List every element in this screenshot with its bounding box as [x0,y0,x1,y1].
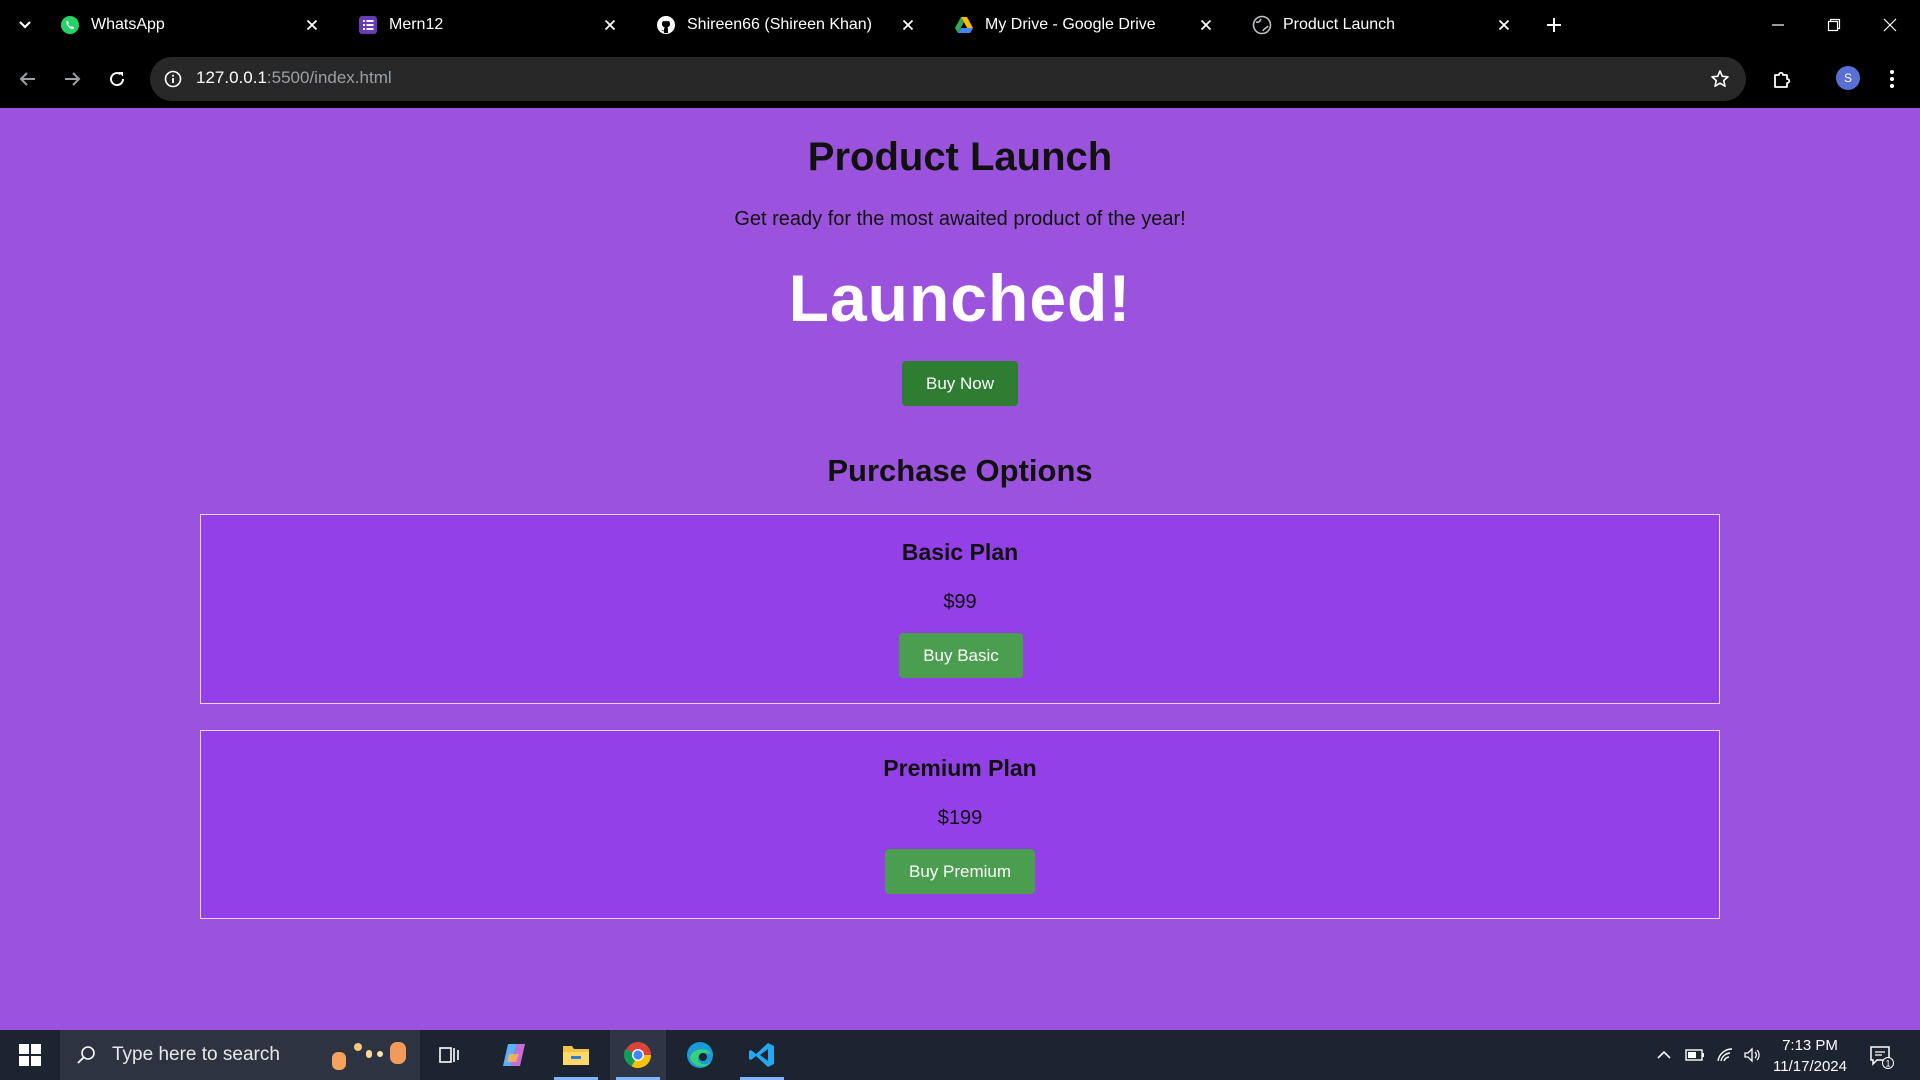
chrome-icon [623,1042,652,1069]
restore-icon [1827,18,1841,32]
speaker-icon [1744,1047,1760,1063]
vscode-icon [749,1043,774,1067]
plan-name: Basic Plan [901,539,1019,565]
close-icon[interactable] [898,15,918,35]
arrow-right-icon [65,72,81,86]
tab-whatsapp[interactable]: WhatsApp [46,6,336,44]
notification-center-button[interactable]: 1 [1866,1041,1896,1071]
chevron-up-icon [1657,1050,1671,1059]
show-hidden-icons-button[interactable] [1652,1030,1676,1080]
page-body: Product Launch Get ready for the most aw… [0,108,1920,1030]
forms-icon [358,15,378,35]
tab-google-drive[interactable]: My Drive - Google Drive [940,6,1230,44]
close-icon[interactable] [1196,15,1216,35]
globe-icon [1252,15,1272,35]
clock-time: 7:13 PM [1782,1037,1838,1054]
vscode-button[interactable] [734,1030,790,1080]
whatsapp-icon [60,15,80,35]
search-highlight-icon [332,1042,406,1070]
file-explorer-icon [563,1046,589,1065]
google-drive-icon [954,15,974,35]
file-explorer-button[interactable] [548,1030,604,1080]
tab-product-launch[interactable]: Product Launch [1238,6,1528,44]
restore-button[interactable] [1814,10,1854,40]
tagline: Get ready for the most awaited product o… [734,208,1186,230]
url-text[interactable]: 127.0.0.1:5500/index.html [196,68,392,88]
purchase-options-heading: Purchase Options [827,453,1093,488]
address-bar[interactable]: 127.0.0.1:5500/index.html [150,57,1746,101]
copilot-button[interactable] [486,1030,542,1080]
buy-basic-button[interactable]: Buy Basic [899,633,1023,678]
puzzle-icon [1774,71,1791,88]
chrome-button[interactable] [610,1030,666,1080]
system-clock[interactable]: 7:13 PM 11/17/2024 [1760,1035,1860,1077]
battery-indicator[interactable] [1682,1030,1708,1080]
github-icon [656,15,676,35]
windows-logo-icon [19,1044,41,1066]
close-window-button[interactable] [1870,10,1910,40]
bookmark-star-icon[interactable] [1708,67,1732,91]
taskbar: Type here to search 7:13 PM 11/17/2024 1 [0,1030,1920,1080]
close-icon [1883,18,1897,32]
extensions-button[interactable] [1768,65,1796,93]
task-view-button[interactable] [422,1030,478,1080]
wifi-icon [1717,1048,1733,1062]
notification-icon: 1 [1870,1046,1894,1069]
edge-button[interactable] [672,1030,728,1080]
new-tab-button[interactable] [1542,13,1566,37]
tab-title: Product Launch [1283,16,1396,33]
task-view-icon [439,1047,459,1063]
plan-card-basic: Basic Plan $99 Buy Basic [200,514,1720,704]
tab-github[interactable]: Shireen66 (Shireen Khan) [642,6,932,44]
plan-name: Premium Plan [883,755,1037,781]
back-button[interactable] [14,65,42,93]
close-icon[interactable] [600,15,620,35]
chevron-down-icon [19,21,31,29]
plus-icon [1547,18,1561,32]
close-icon[interactable] [302,15,322,35]
plan-price: $199 [937,807,983,829]
reload-icon [110,72,125,87]
notification-count: 1 [1885,1059,1890,1069]
info-icon[interactable] [162,68,184,90]
tab-title: WhatsApp [91,16,165,33]
arrow-left-icon [19,72,35,86]
start-button[interactable] [0,1030,60,1080]
tab-strip: WhatsApp Mern12 Shireen66 (Shireen Khan)… [0,0,1920,50]
buy-now-button[interactable]: Buy Now [902,361,1018,406]
tab-search-button[interactable] [12,12,38,38]
tab-mern12[interactable]: Mern12 [344,6,634,44]
buy-premium-button[interactable]: Buy Premium [885,849,1035,894]
taskbar-search[interactable]: Type here to search [60,1030,420,1080]
reload-button[interactable] [103,65,131,93]
tab-title: My Drive - Google Drive [985,16,1156,33]
browser-menu-button[interactable] [1880,65,1904,93]
forward-button[interactable] [58,65,86,93]
search-icon [74,1043,98,1067]
close-icon[interactable] [1494,15,1514,35]
edge-icon [687,1042,713,1068]
plan-price: $99 [943,591,977,613]
tab-title: Mern12 [389,16,444,33]
profile-avatar[interactable]: S [1836,66,1860,90]
minimize-button[interactable] [1758,10,1798,40]
network-indicator[interactable] [1712,1030,1738,1080]
copilot-icon [503,1044,525,1066]
url-path: :5500/index.html [266,68,392,87]
battery-icon [1685,1049,1704,1061]
plan-card-premium: Premium Plan $199 Buy Premium [200,730,1720,919]
tab-title: Shireen66 (Shireen Khan) [687,16,873,33]
countdown-status: Launched! [788,261,1132,335]
more-vertical-icon [1890,70,1894,88]
page-title: Product Launch [807,135,1113,179]
minimize-icon [1772,24,1784,26]
clock-date: 11/17/2024 [1773,1058,1847,1075]
url-host: 127.0.0.1 [196,68,267,87]
search-placeholder: Type here to search [112,1044,280,1065]
browser-toolbar: 127.0.0.1:5500/index.html [0,50,1920,108]
